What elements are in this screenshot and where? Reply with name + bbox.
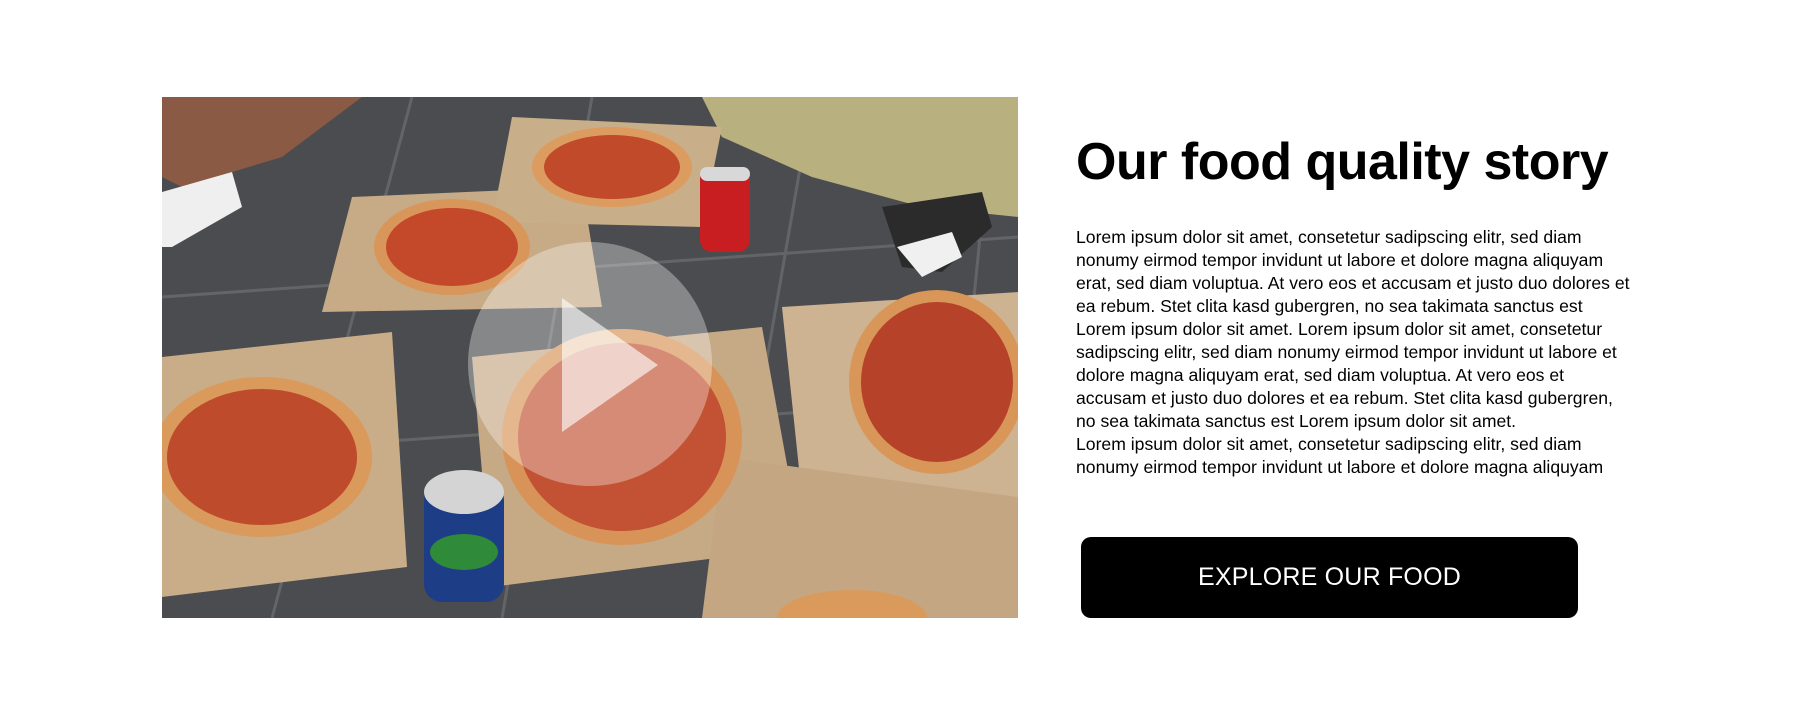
explore-food-button[interactable]: EXPLORE OUR FOOD	[1081, 537, 1578, 618]
description-line: erat, sed diam voluptua. At vero eos et …	[1076, 273, 1630, 293]
video-thumbnail[interactable]	[162, 97, 1018, 618]
description-line: accusam et justo duo dolores et ea rebum…	[1076, 388, 1613, 408]
play-button[interactable]	[468, 242, 712, 486]
description-line: nonumy eirmod tempor invidunt ut labore …	[1076, 457, 1604, 477]
food-quality-section: Our food quality story Lorem ipsum dolor…	[0, 0, 1816, 708]
description-line: dolore magna aliquyam erat, sed diam vol…	[1076, 365, 1565, 385]
description-line: no sea takimata sanctus est Lorem ipsum …	[1076, 411, 1517, 431]
description-line: Lorem ipsum dolor sit amet, consetetur s…	[1076, 434, 1582, 454]
play-icon	[562, 298, 658, 432]
section-title: Our food quality story	[1076, 133, 1609, 191]
section-description: Lorem ipsum dolor sit amet, consetetur s…	[1076, 226, 1676, 479]
description-line: Lorem ipsum dolor sit amet, consetetur s…	[1076, 227, 1582, 247]
description-line: Lorem ipsum dolor sit amet. Lorem ipsum …	[1076, 319, 1603, 339]
description-line: ea rebum. Stet clita kasd gubergren, no …	[1076, 296, 1583, 316]
description-line: sadipscing elitr, sed diam nonumy eirmod…	[1076, 342, 1617, 362]
description-line: nonumy eirmod tempor invidunt ut labore …	[1076, 250, 1604, 270]
